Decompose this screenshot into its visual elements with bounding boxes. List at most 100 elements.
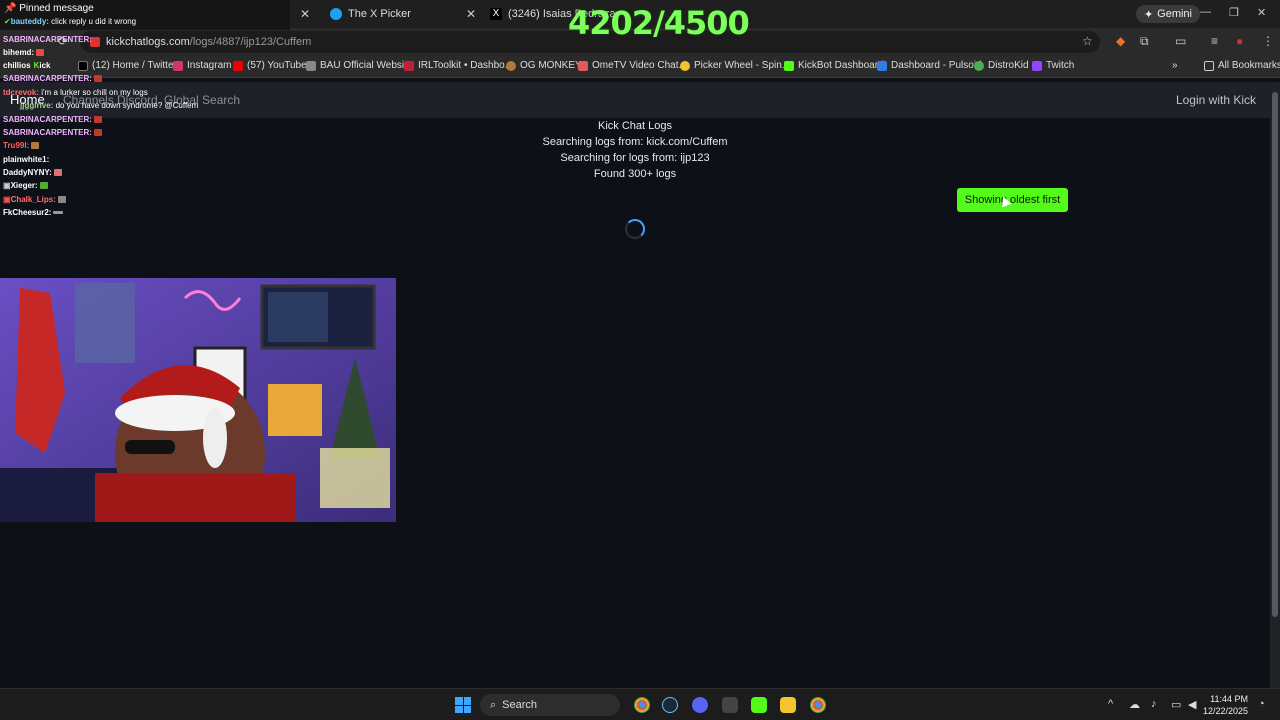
close-icon[interactable]: ✕ bbox=[300, 7, 310, 21]
bookmark-bau[interactable]: BAU Official Website bbox=[306, 60, 412, 71]
pinned-user: bauteddy: bbox=[10, 17, 49, 26]
tab-previous[interactable]: ✕ bbox=[290, 2, 310, 26]
chat-line: SABRINACARPENTER: bbox=[3, 35, 92, 44]
chat-user: DaddyNYNY: bbox=[3, 168, 52, 177]
taskbar-clock[interactable]: 11:44 PM 12/22/2025 bbox=[1203, 693, 1248, 717]
ometv-icon bbox=[578, 60, 588, 71]
cloud-icon[interactable]: ☁ bbox=[1129, 698, 1140, 711]
youtube-icon bbox=[233, 60, 243, 71]
bookmark-star-icon[interactable]: ☆ bbox=[1082, 34, 1093, 48]
all-bookmarks[interactable]: All Bookmarks bbox=[1204, 60, 1280, 71]
minimize-icon[interactable]: — bbox=[1200, 6, 1211, 18]
login-with-kick-link[interactable]: Login with Kick bbox=[1176, 93, 1256, 107]
network-icon[interactable]: ▭ bbox=[1171, 698, 1181, 711]
bookmark-twitter[interactable]: (12) Home / Twitter bbox=[78, 60, 177, 71]
sort-order-button[interactable]: Showing oldest first bbox=[957, 188, 1068, 212]
chrome-profile-icon[interactable] bbox=[810, 697, 826, 713]
close-icon[interactable]: ✕ bbox=[466, 7, 476, 21]
bookmark-label: Twitch bbox=[1046, 60, 1075, 71]
chat-line: SABRINACARPENTER: bbox=[3, 115, 102, 124]
bookmark-ometv[interactable]: OmeTV Video Chat... bbox=[578, 60, 687, 71]
wheel-icon bbox=[680, 60, 690, 71]
discord-icon[interactable] bbox=[692, 697, 708, 713]
restore-icon[interactable]: ❐ bbox=[1229, 6, 1239, 19]
chat-user: Xieger: bbox=[10, 181, 38, 190]
gemini-button[interactable]: ✦ Gemini bbox=[1135, 5, 1200, 23]
steam-icon[interactable] bbox=[662, 697, 678, 713]
search-icon: ⌕ bbox=[490, 698, 497, 711]
chat-line: tdcrevok: i'm a lurker so chill on my lo… bbox=[3, 88, 148, 97]
pinned-text: click reply u did it wrong bbox=[51, 17, 137, 26]
gemini-label: Gemini bbox=[1157, 8, 1192, 20]
page-scrollbar[interactable] bbox=[1270, 82, 1280, 692]
emote-icon bbox=[93, 75, 102, 83]
bookmark-youtube[interactable]: (57) YouTube bbox=[233, 60, 307, 71]
tray-chevron-icon[interactable]: ^ bbox=[1108, 698, 1113, 710]
monkey-icon bbox=[506, 60, 516, 71]
file-explorer-icon[interactable] bbox=[780, 697, 796, 713]
chat-line: jjggirlve: do you have down syndrome? @C… bbox=[20, 101, 198, 110]
bookmark-kickbot[interactable]: KickBot Dashboard bbox=[784, 60, 884, 71]
bookmark-label: (57) YouTube bbox=[247, 60, 307, 71]
bookmark-twitch[interactable]: Twitch bbox=[1032, 60, 1074, 71]
volume-icon[interactable]: ◀ bbox=[1188, 698, 1196, 711]
page-title: Kick Chat Logs bbox=[598, 120, 672, 132]
notification-bell-icon[interactable]: ◔ bbox=[1258, 698, 1265, 710]
bookmark-label: IRLToolkit • Dashbo... bbox=[418, 60, 514, 71]
badge-icon: ▣ bbox=[3, 195, 11, 204]
mic-icon[interactable]: ♪ bbox=[1151, 698, 1157, 710]
chat-user: SABRINACARPENTER: bbox=[3, 128, 92, 137]
cast-icon[interactable]: ▭ bbox=[1175, 34, 1186, 48]
windows-start-icon[interactable] bbox=[455, 697, 471, 713]
irltoolkit-icon bbox=[404, 60, 414, 71]
site-navbar: Home Channels Discord Global Search Logi… bbox=[0, 82, 1270, 118]
tab-x-picker[interactable]: The X Picker ✕ bbox=[330, 2, 476, 26]
bookmark-distrokid[interactable]: DistroKid bbox=[974, 60, 1029, 71]
url-path: /logs/4887/ijp123/Cuffem bbox=[189, 36, 312, 48]
taskbar: ⌕ Search ^ ☁ ♪ ▭ ◀ 11:44 PM 12/22/2025 ◔ bbox=[0, 688, 1280, 720]
chat-user: bihemd: bbox=[3, 48, 35, 57]
close-window-icon[interactable]: ✕ bbox=[1257, 6, 1266, 19]
bookmark-og-monkey[interactable]: OG MONKEY bbox=[506, 60, 582, 71]
loading-spinner-icon bbox=[625, 219, 645, 239]
chat-user: SABRINACARPENTER: bbox=[3, 35, 92, 44]
all-bookmarks-label: All Bookmarks bbox=[1218, 60, 1280, 71]
media-icon[interactable]: ≡ bbox=[1211, 34, 1218, 48]
webcam-overlay bbox=[0, 278, 396, 522]
pinned-title: Pinned message bbox=[19, 3, 94, 14]
bookmarks-overflow-chevron-icon[interactable]: » bbox=[1172, 60, 1178, 71]
emote-icon bbox=[53, 169, 62, 177]
sparkle-icon: ✦ bbox=[1143, 8, 1154, 21]
app-icon[interactable] bbox=[722, 697, 738, 713]
clock-time: 11:44 PM bbox=[1210, 694, 1248, 704]
badge-icon: ▣ bbox=[3, 181, 11, 190]
chat-line: FkCheesur2: bbox=[3, 208, 64, 217]
bookmark-instagram[interactable]: Instagram bbox=[173, 60, 231, 71]
bookmark-pulsoid[interactable]: Dashboard - Pulsoid bbox=[877, 60, 982, 71]
profile-avatar-icon[interactable]: ● bbox=[1236, 34, 1243, 48]
chat-user: tdcrevok: bbox=[3, 88, 40, 97]
kick-icon[interactable] bbox=[751, 697, 767, 713]
chat-line: chillios Kick bbox=[3, 61, 50, 70]
taskbar-search[interactable]: ⌕ Search bbox=[480, 694, 620, 716]
x-logo-icon: X bbox=[490, 8, 502, 20]
chat-line: DaddyNYNY: bbox=[3, 168, 62, 177]
bookmark-picker-wheel[interactable]: Picker Wheel - Spin... bbox=[680, 60, 790, 71]
scrollbar-thumb[interactable] bbox=[1272, 92, 1278, 617]
emote-icon bbox=[53, 211, 64, 215]
bookmark-label: OG MONKEY bbox=[520, 60, 582, 71]
bookmark-label: BAU Official Website bbox=[320, 60, 413, 71]
emote-icon bbox=[39, 182, 48, 190]
bookmark-label: (12) Home / Twitter bbox=[92, 60, 177, 71]
menu-kebab-icon[interactable]: ⋮ bbox=[1262, 34, 1274, 48]
extension-icon[interactable]: ◆ bbox=[1116, 34, 1125, 48]
extensions-puzzle-icon[interactable]: ⧉ bbox=[1140, 34, 1149, 49]
chat-user: jjggirlve: bbox=[20, 101, 54, 110]
chat-user: SABRINACARPENTER: bbox=[3, 74, 92, 83]
emote-icon bbox=[93, 129, 102, 137]
bookmark-irltoolkit[interactable]: IRLToolkit • Dashbo... bbox=[404, 60, 513, 71]
chrome-icon[interactable] bbox=[634, 697, 650, 713]
bau-icon bbox=[306, 60, 316, 71]
chat-user: Chalk_Lips: bbox=[10, 195, 56, 204]
url-host: kickchatlogs.com bbox=[106, 36, 190, 48]
